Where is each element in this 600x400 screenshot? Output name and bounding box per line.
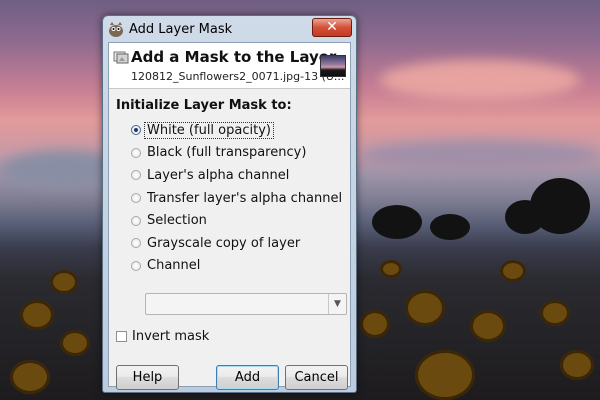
cloud bbox=[380, 60, 580, 100]
option-channel[interactable]: Channel bbox=[131, 255, 344, 278]
sunflower bbox=[405, 290, 445, 326]
option-label: Grayscale copy of layer bbox=[147, 235, 301, 251]
layer-name: 120812_Sunflowers2_0071.jpg-13 (U... bbox=[131, 70, 345, 83]
add-button[interactable]: Add bbox=[216, 365, 279, 390]
option-label: Channel bbox=[147, 258, 201, 274]
dialog-header: Add a Mask to the Layer 120812_Sunflower… bbox=[109, 43, 350, 89]
option-selection[interactable]: Selection bbox=[131, 209, 344, 232]
tree bbox=[430, 214, 470, 240]
sunflower bbox=[50, 270, 78, 294]
radio-button[interactable] bbox=[131, 170, 141, 181]
cancel-button[interactable]: Cancel bbox=[285, 365, 348, 390]
add-layer-mask-dialog: Add Layer Mask ✕ Add a Mask to the Layer… bbox=[102, 15, 357, 393]
radio-button[interactable] bbox=[131, 193, 141, 204]
sunflower bbox=[60, 330, 90, 356]
option-label: Layer's alpha channel bbox=[147, 167, 290, 183]
option-label: Selection bbox=[147, 213, 207, 229]
tree bbox=[372, 205, 422, 239]
section-label: Initialize Layer Mask to: bbox=[116, 98, 292, 113]
option-label: Transfer layer's alpha channel bbox=[147, 190, 343, 206]
window-title: Add Layer Mask bbox=[129, 21, 233, 37]
sunflower bbox=[10, 360, 50, 394]
invert-mask-row[interactable]: Invert mask bbox=[116, 329, 209, 344]
cloud bbox=[360, 140, 600, 170]
option-layer-alpha[interactable]: Layer's alpha channel bbox=[131, 164, 344, 187]
sunflower bbox=[500, 260, 526, 282]
header-title: Add a Mask to the Layer bbox=[131, 48, 337, 66]
sunflower bbox=[560, 350, 594, 380]
help-button[interactable]: Help bbox=[116, 365, 179, 390]
radio-button[interactable] bbox=[131, 125, 141, 136]
invert-mask-checkbox[interactable] bbox=[116, 331, 127, 342]
option-label: White (full opacity) bbox=[144, 121, 274, 139]
option-grayscale[interactable]: Grayscale copy of layer bbox=[131, 232, 344, 255]
gimp-wilber-icon bbox=[107, 20, 125, 38]
sunflower bbox=[380, 260, 402, 278]
option-transfer-alpha[interactable]: Transfer layer's alpha channel bbox=[131, 187, 344, 210]
sunflower bbox=[415, 350, 475, 400]
radio-button[interactable] bbox=[131, 260, 141, 271]
option-black[interactable]: Black (full transparency) bbox=[131, 142, 344, 165]
layer-mask-icon bbox=[113, 49, 129, 69]
sunflower bbox=[20, 300, 54, 330]
sunflower bbox=[470, 310, 506, 342]
channel-combo[interactable]: ▼ bbox=[145, 293, 347, 315]
layer-thumbnail bbox=[320, 55, 346, 77]
sunflower bbox=[540, 300, 570, 326]
title-bar[interactable]: Add Layer Mask ✕ bbox=[103, 16, 356, 42]
option-white[interactable]: White (full opacity) bbox=[131, 119, 344, 142]
option-label: Black (full transparency) bbox=[147, 145, 307, 161]
radio-button[interactable] bbox=[131, 147, 141, 158]
tree bbox=[505, 200, 545, 234]
invert-mask-label: Invert mask bbox=[132, 329, 210, 344]
mask-options: White (full opacity) Black (full transpa… bbox=[131, 119, 344, 277]
chevron-down-icon[interactable]: ▼ bbox=[328, 294, 346, 314]
radio-button[interactable] bbox=[131, 238, 141, 249]
dialog-body: Add a Mask to the Layer 120812_Sunflower… bbox=[108, 42, 351, 390]
close-button[interactable]: ✕ bbox=[312, 18, 352, 37]
sunflower bbox=[360, 310, 390, 338]
radio-button[interactable] bbox=[131, 215, 141, 226]
